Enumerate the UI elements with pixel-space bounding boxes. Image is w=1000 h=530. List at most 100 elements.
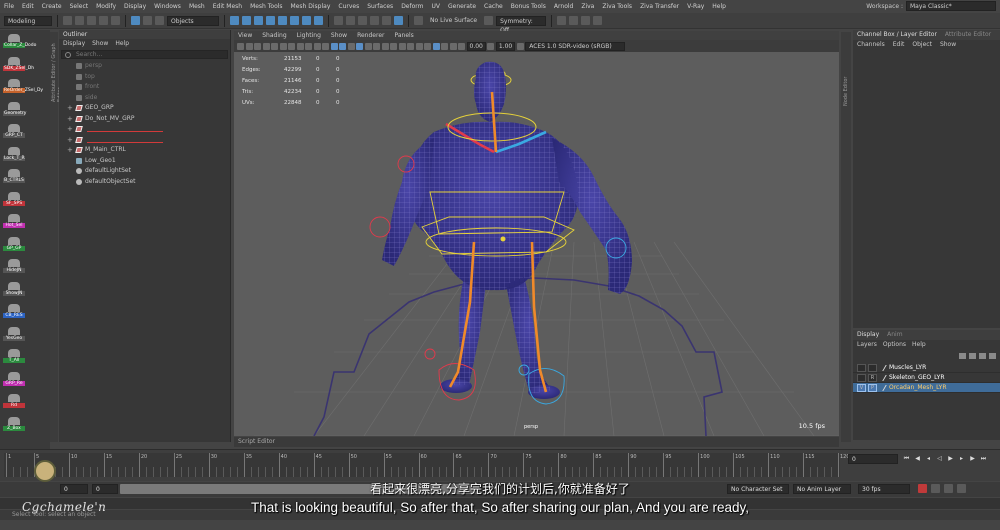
save-scene-icon[interactable] [87,16,96,25]
step-forward-frame-icon[interactable]: ▸ [957,454,966,463]
gamma-field[interactable]: 1.00 [495,41,516,51]
layer-visibility-toggle[interactable] [857,363,866,372]
film-gate-icon[interactable] [279,42,287,50]
character-set-dropdown[interactable]: No Character Set [727,484,789,494]
camera-attributes-icon[interactable] [245,42,253,50]
snap-grid-icon[interactable] [334,16,343,25]
render-icon[interactable] [557,16,567,25]
mask-render-icon[interactable] [302,16,311,25]
objects-dropdown[interactable]: Objects [167,15,219,26]
script-editor-tab[interactable]: Script Editor [234,437,839,447]
outliner-item[interactable]: front [67,82,230,93]
outliner-item[interactable]: defaultLightSet [67,166,230,177]
live-surface-label[interactable]: No Live Surface [426,17,481,24]
redo-icon[interactable] [111,16,120,25]
mask-curves-icon[interactable] [254,16,263,25]
range-start-field[interactable]: 0 [92,484,118,494]
snap-curve-icon[interactable] [346,16,355,25]
safe-action-icon[interactable] [313,42,321,50]
menu-layers[interactable]: Layers [857,340,877,349]
viewport-menu-renderer[interactable]: Renderer [357,31,384,40]
menu-curves[interactable]: Curves [334,3,363,10]
expand-icon[interactable] [67,168,73,174]
shelf-button-5[interactable]: Lock_T_R [3,146,25,161]
outliner-item[interactable]: defaultObjectSet [67,177,230,188]
layer-color-swatch[interactable] [877,384,887,391]
shelf-button-13[interactable]: YesGeo [3,326,25,341]
field-chart-icon[interactable] [305,42,312,50]
workspace-selector[interactable]: Workspace : Maya Classic* [866,0,996,12]
outliner-search-input[interactable]: Search... [76,51,102,58]
menu-edit[interactable]: Edit [893,40,905,50]
outliner-menu-display[interactable]: Display [63,39,85,48]
exposure-icon[interactable] [458,42,465,50]
motion-blur-icon[interactable] [398,42,406,50]
mask-misc-icon[interactable] [314,16,323,25]
menu-ziva-tools[interactable]: Ziva Tools [598,3,636,10]
step-forward-key-icon[interactable]: ▶ [968,454,977,463]
select-camera-icon[interactable] [237,42,244,50]
use-lights-icon[interactable] [373,42,380,50]
menu-v-ray[interactable]: V-Ray [683,3,708,10]
shadows-icon[interactable] [381,42,389,50]
outliner-item[interactable]: side [67,93,230,104]
default-material-icon[interactable] [347,42,355,50]
menu-mesh-tools[interactable]: Mesh Tools [246,3,286,10]
safe-title-icon[interactable] [322,42,329,50]
anti-aliasing-icon[interactable] [407,42,414,50]
outliner-item[interactable]: persp [67,61,230,72]
depth-of-field-icon[interactable] [415,42,423,50]
layer-display-type-toggle[interactable]: P [868,383,877,392]
menu-surfaces[interactable]: Surfaces [363,3,397,10]
menu-show[interactable]: Show [940,40,956,50]
expand-icon[interactable]: + [67,105,73,112]
menu-deform[interactable]: Deform [397,3,427,10]
exposure-field[interactable]: 0.00 [466,41,486,51]
shelf-button-3[interactable]: Geometry [3,101,26,116]
layer-display-type-toggle[interactable]: R [868,373,877,382]
shelf-button-6[interactable]: B_CTRLS [3,169,25,183]
layer-row[interactable]: Muscles_LYR [853,363,1000,373]
view-transform-dropdown[interactable]: ACES 1.0 SDR-video (sRGB) [525,41,626,51]
go-to-end-icon[interactable]: ⏭ [979,454,988,463]
menu-ziva[interactable]: Ziva [577,3,598,10]
outliner-item[interactable]: + [67,124,230,135]
shelf-button-14[interactable]: T_All [3,349,25,363]
workspace-dropdown[interactable]: Maya Classic* [906,1,996,11]
menu-mesh[interactable]: Mesh [185,3,209,10]
grid-icon[interactable] [271,42,278,50]
hypershade-icon[interactable] [593,16,603,25]
ambient-occlusion-icon[interactable] [390,42,397,50]
anim-layer-dropdown[interactable]: No Anim Layer [793,484,851,494]
outliner-item[interactable]: top [67,72,230,83]
step-back-key-icon[interactable]: ◀ [913,454,922,463]
layer-visibility-toggle[interactable] [857,373,866,382]
textured-icon[interactable] [364,42,372,50]
expand-icon[interactable] [67,74,73,80]
shelf-button-12[interactable]: CB_RES [3,304,25,318]
layer-row[interactable]: V P Orcadan_Mesh_LYR [853,383,1000,393]
smooth-shade-icon[interactable] [339,42,346,50]
keyframe-icon[interactable] [931,484,940,493]
gate-mask-icon[interactable] [296,42,304,50]
expand-icon[interactable]: + [67,115,73,122]
color-management-icon[interactable] [516,42,524,50]
shelf-button-7[interactable]: SF_SPS [3,191,25,206]
shelf-button-2[interactable]: ReOrder_ZSel_Dy [3,79,43,93]
expand-icon[interactable] [67,84,73,90]
expand-icon[interactable]: + [67,147,73,154]
command-line[interactable] [0,498,1000,509]
expand-icon[interactable] [67,179,73,185]
go-to-start-icon[interactable]: ⏮ [902,454,911,463]
mask-deform-icon[interactable] [278,16,287,25]
menu-channels[interactable]: Channels [857,40,885,50]
layer-display-type-toggle[interactable] [868,363,877,372]
expand-icon[interactable] [67,63,73,69]
step-back-frame-icon[interactable]: ◂ [924,454,933,463]
new-layer-selected-icon[interactable] [989,353,996,359]
time-slider-track[interactable]: 1 5 10 15 20 25 30 35 40 45 50 55 60 65 70 75 80 85 90 95 10… [4,453,850,477]
menu-modify[interactable]: Modify [92,3,120,10]
symmetry-icon[interactable] [484,16,494,25]
snap-plane-icon[interactable] [370,16,379,25]
menu-create[interactable]: Create [38,3,66,10]
